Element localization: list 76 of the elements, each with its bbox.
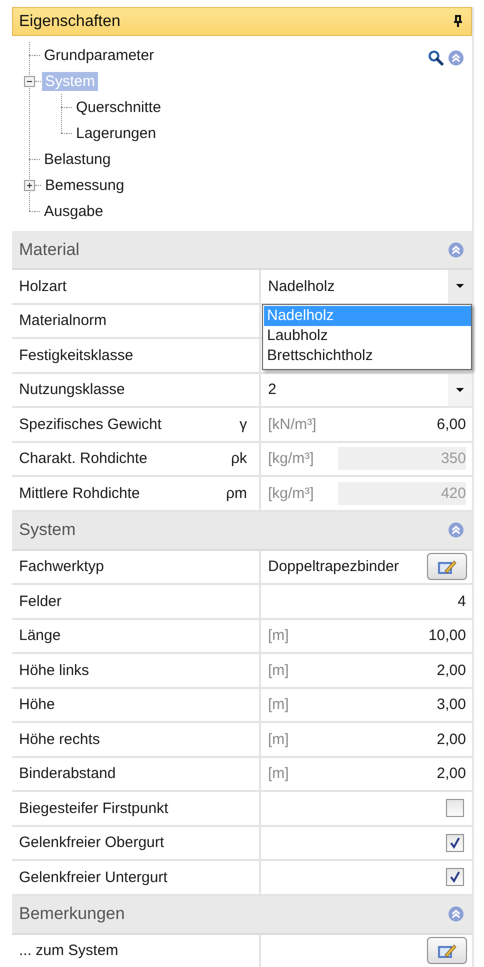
collapse-icon[interactable]: [448, 522, 464, 538]
unit-label: [m]: [268, 696, 289, 714]
checkmark-icon: [449, 836, 461, 849]
expand-toggle[interactable]: [24, 180, 35, 190]
property-label: Charakt. Rohdichte: [19, 450, 148, 468]
property-label: Biegesteifer Firstpunkt: [19, 800, 168, 817]
section-title: Material: [19, 240, 80, 260]
tree-item[interactable]: Ausgabe: [41, 202, 106, 220]
property-label: Felder: [19, 592, 62, 610]
property-label: Materialnorm: [19, 312, 107, 330]
property-label: Länge: [19, 627, 61, 644]
value-field[interactable]: 3,00: [436, 696, 466, 714]
readonly-value: 420: [338, 482, 466, 505]
tree-item[interactable]: Grundparameter: [41, 46, 158, 64]
unit-label: [m]: [268, 730, 289, 748]
value-field[interactable]: 2,00: [436, 765, 466, 782]
value-field[interactable]: 4: [458, 592, 466, 610]
dropdown-field[interactable]: Nadelholz: [268, 270, 472, 302]
section-header[interactable]: Bemerkungen: [12, 896, 472, 934]
value-field[interactable]: 2,00: [436, 662, 466, 679]
symbol-label: γ: [240, 416, 247, 433]
unit-label: [kN/m³]: [268, 416, 316, 433]
tree-item[interactable]: Querschnitte: [73, 98, 164, 116]
edit-icon: [437, 942, 457, 959]
section-title: Bemerkungen: [19, 904, 125, 924]
value-field[interactable]: 10,00: [428, 627, 466, 644]
property-label: Höhe links: [19, 662, 90, 679]
unit-label: [kg/m³]: [268, 484, 314, 502]
dropdown-value: 2: [268, 381, 276, 398]
property-label: Höhe: [19, 696, 55, 714]
section-header[interactable]: Material: [12, 231, 472, 270]
unit-label: [m]: [268, 662, 289, 679]
unit-label: [m]: [268, 627, 289, 644]
property-label: Gelenkfreier Obergurt: [19, 834, 164, 852]
edit-button[interactable]: [427, 937, 467, 964]
search-icon[interactable]: [428, 50, 444, 66]
readonly-value: 350: [338, 447, 466, 470]
property-label: Spezifisches Gewicht: [19, 416, 162, 433]
property-label: ... zum System: [19, 942, 118, 960]
checkbox[interactable]: [446, 834, 464, 852]
section-header[interactable]: System: [12, 512, 472, 550]
value-field[interactable]: 6,00: [436, 416, 466, 433]
edit-icon: [437, 558, 457, 575]
property-label: Fachwerktyp: [19, 558, 104, 576]
collapse-toggle[interactable]: [24, 76, 35, 86]
caret-icon[interactable]: [456, 388, 464, 392]
checkbox[interactable]: [446, 799, 464, 818]
checkbox[interactable]: [446, 868, 464, 886]
dropdown-value: Nadelholz: [268, 278, 335, 295]
collapse-icon[interactable]: [448, 906, 464, 922]
dropdown-option[interactable]: Brettschichtholz: [264, 346, 471, 366]
dropdown-field[interactable]: 2: [268, 374, 472, 406]
caret-icon[interactable]: [456, 284, 464, 288]
tree-item[interactable]: Bemessung: [42, 176, 128, 194]
property-label: Nutzungsklasse: [19, 381, 125, 398]
value-field[interactable]: 2,00: [436, 730, 466, 748]
checkmark-icon: [449, 871, 461, 884]
unit-label: [kg/m³]: [268, 450, 314, 468]
property-label: Gelenkfreier Untergurt: [19, 868, 168, 886]
edit-button[interactable]: [427, 553, 467, 580]
pin-icon[interactable]: [453, 15, 463, 28]
symbol-label: ρk: [230, 450, 247, 468]
property-value: Doppeltrapezbinder: [268, 558, 399, 576]
tree-item[interactable]: Lagerungen: [73, 124, 160, 142]
tree-item[interactable]: Belastung: [41, 150, 114, 168]
symbol-label: ρm: [226, 484, 247, 502]
dropdown-option[interactable]: Laubholz: [264, 326, 471, 346]
collapse-icon[interactable]: [448, 242, 464, 258]
property-label: Binderabstand: [19, 765, 116, 782]
property-label: Höhe rechts: [19, 730, 100, 748]
property-label: Holzart: [19, 278, 67, 295]
section-title: System: [19, 520, 76, 540]
property-label: Mittlere Rohdichte: [19, 484, 140, 502]
panel-title: Eigenschaften: [19, 12, 120, 30]
unit-label: [m]: [268, 765, 289, 782]
property-label: Festigkeitsklasse: [19, 346, 134, 364]
